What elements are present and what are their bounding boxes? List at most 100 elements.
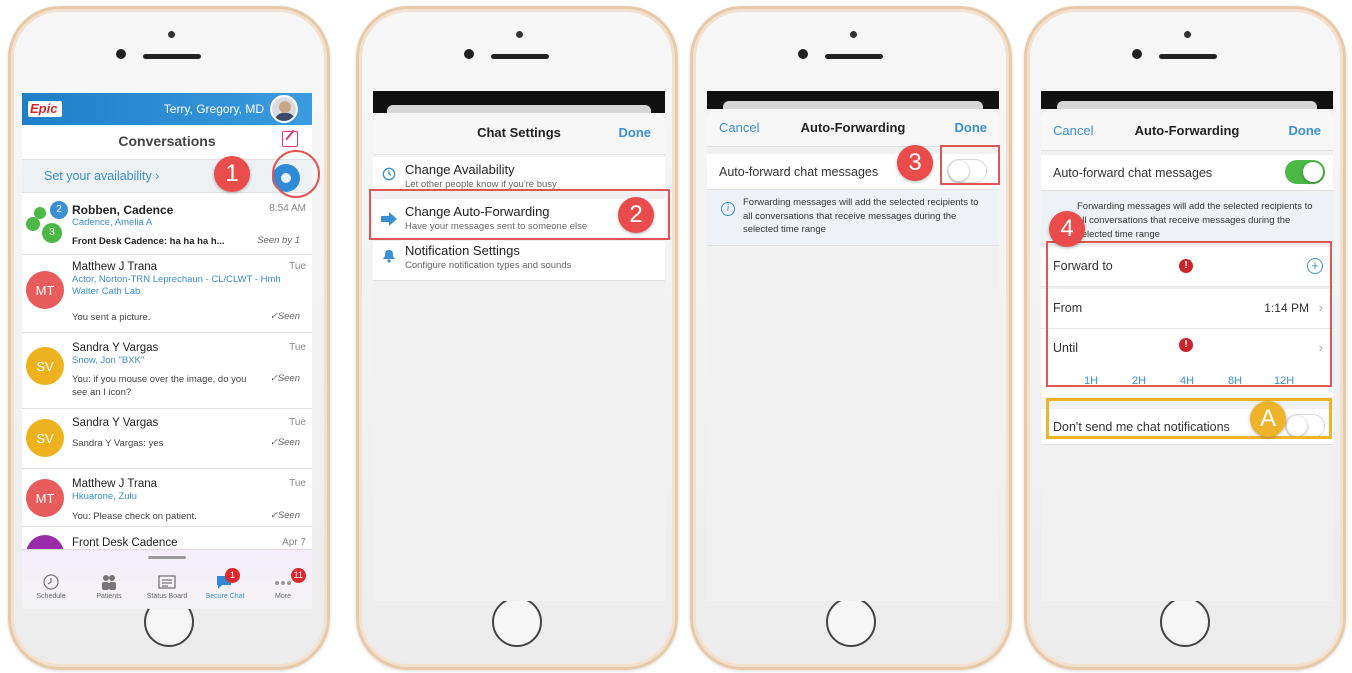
sheet-header: Cancel Auto-Forwarding Done	[707, 109, 999, 147]
auto-forwarding-enabled-screen: Cancel Auto-Forwarding Done Auto-forward…	[1041, 91, 1333, 601]
unread-badge: 2	[50, 201, 68, 219]
sheet-header: Chat Settings Done	[373, 113, 665, 155]
add-recipient-icon[interactable]: +	[1307, 258, 1323, 274]
chat-badge: 1	[225, 568, 240, 583]
until-label: Until	[1053, 341, 1079, 355]
step-1-callout: 1	[214, 156, 250, 192]
phone-frame-2: Chat Settings Done Change Availability L…	[356, 6, 678, 670]
done-button[interactable]: Done	[619, 125, 652, 140]
conversation-time: Apr 7	[282, 537, 306, 548]
epic-logo: Epic	[28, 101, 62, 117]
auto-forwarding-screen: Cancel Auto-Forwarding Done Auto-forward…	[707, 91, 999, 601]
until-row[interactable]: Until ! ›	[1041, 329, 1333, 369]
conversation-name: Sandra Y Vargas	[72, 342, 159, 354]
seen-status: ✓Seen	[269, 437, 300, 448]
home-button[interactable]	[826, 597, 876, 647]
menu-item-subtitle: Configure notification types and sounds	[405, 260, 572, 271]
user-avatar[interactable]	[270, 95, 298, 123]
no-notifications-label: Don't send me chat notifications	[1053, 420, 1230, 434]
done-button[interactable]: Done	[1289, 123, 1322, 138]
conversation-time: Tue	[289, 342, 306, 353]
forwarding-form: Forward to ! + From 1:14 PM › Until ! › …	[1041, 247, 1333, 397]
avatar: SV	[26, 419, 64, 457]
tab-secure-chat[interactable]: Secure Chat 1	[196, 568, 254, 600]
avatar: MT	[26, 271, 64, 309]
no-notifications-toggle[interactable]	[1285, 414, 1325, 438]
conversation-row[interactable]: SV Sandra Y Vargas Tue Sandra Y Vargas: …	[22, 409, 312, 469]
duration-1h[interactable]: 1H	[1084, 375, 1098, 387]
tab-patients[interactable]: Patients	[80, 574, 138, 600]
auto-forward-toggle[interactable]	[1285, 160, 1325, 184]
conversation-time: 8:54 AM	[269, 203, 306, 214]
sheet-header: Cancel Auto-Forwarding Done	[1041, 109, 1333, 151]
menu-notification-settings[interactable]: Notification Settings Configure notifica…	[373, 241, 665, 281]
tab-status-board[interactable]: Status Board	[138, 574, 196, 600]
conversation-preview: You: if you mouse over the image, do you…	[72, 374, 247, 398]
home-button[interactable]	[1160, 597, 1210, 647]
phone-sensor	[516, 31, 523, 38]
home-button[interactable]	[492, 597, 542, 647]
auto-forward-toggle[interactable]	[947, 159, 987, 183]
menu-item-subtitle: Have your messages sent to someone else	[405, 221, 588, 232]
auto-forward-row: Auto-forward chat messages	[707, 154, 999, 190]
forwarding-info: Forwarding messages will add the selecte…	[1041, 193, 1333, 245]
set-availability-link[interactable]: Set your availability ›	[44, 169, 159, 183]
phone-camera	[1132, 49, 1142, 59]
phone-frame-3: Cancel Auto-Forwarding Done Auto-forward…	[690, 6, 1012, 670]
conversation-row[interactable]: MT Matthew J Trana Tue Hkuarone, Zulu Yo…	[22, 469, 312, 527]
epic-header-bar: Epic Terry, Gregory, MD	[22, 93, 312, 125]
menu-change-availability[interactable]: Change Availability Let other people kno…	[373, 157, 665, 191]
bell-icon	[383, 250, 395, 263]
from-row[interactable]: From 1:14 PM ›	[1041, 289, 1333, 329]
tab-schedule[interactable]: Schedule	[22, 574, 80, 600]
more-icon	[275, 581, 291, 585]
compose-icon[interactable]	[282, 131, 298, 147]
step-a-callout: A	[1250, 401, 1286, 437]
conversation-row[interactable]: MT Matthew J Trana Tue Actor, Norton-TRN…	[22, 255, 312, 333]
group-avatar-icon: 3 2	[26, 201, 68, 243]
duration-2h[interactable]: 2H	[1132, 375, 1146, 387]
phone-camera	[116, 49, 126, 59]
user-name[interactable]: Terry, Gregory, MD	[164, 102, 264, 116]
conversation-participants: Actor, Norton-TRN Leprechaun - CL/CLWT -…	[72, 274, 281, 297]
phone-camera	[464, 49, 474, 59]
conversations-screen: Epic Terry, Gregory, MD Conversations Se…	[22, 93, 312, 609]
auto-forward-label: Auto-forward chat messages	[719, 165, 879, 179]
seen-status: Seen by 1	[257, 235, 300, 246]
menu-item-title: Notification Settings	[405, 243, 520, 258]
conversation-preview: Sandra Y Vargas: yes	[72, 438, 164, 449]
phone-speaker	[1159, 54, 1217, 59]
duration-12h[interactable]: 12H	[1274, 375, 1294, 387]
phone-speaker	[491, 54, 549, 59]
forward-to-row[interactable]: Forward to ! +	[1041, 247, 1333, 287]
seen-status: ✓Seen	[269, 510, 300, 521]
conversation-row[interactable]: 3 2 Robben, Cadence 8:54 AM Cadence, Ame…	[22, 195, 312, 255]
conversation-name: Sandra Y Vargas	[72, 417, 159, 429]
menu-item-title: Change Auto-Forwarding	[405, 204, 550, 219]
duration-8h[interactable]: 8H	[1228, 375, 1242, 387]
seen-status: ✓Seen	[269, 311, 300, 322]
duration-4h[interactable]: 4H	[1180, 375, 1194, 387]
conversation-participants: Hkuarone, Zulu	[72, 491, 137, 502]
conversation-participants: Snow, Jon "BXK"	[72, 355, 145, 366]
conversation-time: Tue	[289, 261, 306, 272]
avatar: MT	[26, 479, 64, 517]
conversation-time: Tue	[289, 417, 306, 428]
conversation-row[interactable]: SV Sandra Y Vargas Tue Snow, Jon "BXK" Y…	[22, 333, 312, 409]
more-badge: 11	[290, 568, 306, 583]
phone-speaker	[825, 54, 883, 59]
required-alert-icon: !	[1179, 338, 1193, 352]
done-button[interactable]: Done	[955, 120, 988, 135]
clock-icon	[382, 167, 396, 181]
phone-frame-1: Epic Terry, Gregory, MD Conversations Se…	[8, 6, 330, 670]
conversation-name: Matthew J Trana	[72, 261, 158, 273]
chevron-right-icon: ›	[1318, 300, 1323, 315]
from-value: 1:14 PM	[1264, 301, 1309, 315]
phone-camera	[798, 49, 808, 59]
arrow-right-icon	[381, 212, 397, 226]
duration-shortcuts: 1H 2H 4H 8H 12H	[1041, 369, 1333, 397]
required-alert-icon: !	[1179, 259, 1193, 273]
tab-more[interactable]: More 11	[254, 568, 312, 600]
drawer-handle[interactable]	[148, 556, 186, 559]
conversation-time: Tue	[289, 478, 306, 489]
